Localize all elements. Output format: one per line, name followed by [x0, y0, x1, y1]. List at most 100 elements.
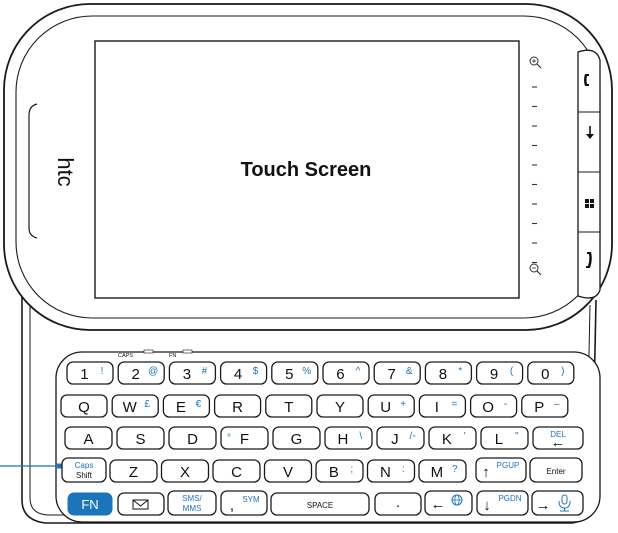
key-n[interactable]: N:	[366, 459, 416, 483]
key-m[interactable]: M?	[418, 459, 467, 483]
key-label: G	[291, 431, 303, 448]
key-alt-label: £	[144, 399, 150, 410]
shift-label: Shift	[76, 471, 93, 480]
key-q[interactable]: Q	[60, 394, 108, 418]
enter-label: Enter	[546, 467, 565, 476]
key-4[interactable]: 4 $	[219, 361, 268, 385]
key-alt-label: %	[302, 366, 311, 377]
key-t[interactable]: T	[265, 394, 313, 418]
key-alt-label: -	[504, 399, 507, 410]
key-w[interactable]: W £	[111, 394, 159, 418]
key-label: R	[232, 399, 243, 416]
key-p[interactable]: P –	[521, 394, 569, 418]
page-down-key[interactable]: ↓ PGDN	[476, 490, 529, 516]
key-z[interactable]: Z	[109, 459, 158, 483]
key-i[interactable]: I =	[418, 394, 467, 418]
key-alt-label: )	[561, 366, 564, 377]
key-k[interactable]: K '	[428, 426, 477, 450]
period-key[interactable]: .	[374, 492, 422, 516]
key-label: V	[283, 464, 293, 481]
symbol-key[interactable]: , SYM	[220, 490, 268, 516]
mail-key[interactable]	[117, 492, 165, 516]
key-d[interactable]: D	[168, 426, 217, 450]
key-label: T	[284, 399, 293, 416]
key-j[interactable]: J /◦	[376, 426, 425, 450]
key-x[interactable]: X	[160, 459, 210, 483]
key-e[interactable]: E €	[162, 394, 211, 418]
key-alt-label: =	[451, 399, 457, 410]
key-alt-label: &	[406, 366, 413, 377]
key-label: 6	[336, 366, 344, 383]
key-alt-label: @	[148, 366, 158, 377]
key-label: S	[135, 431, 145, 448]
key-label: I	[435, 399, 439, 416]
key-a[interactable]: A	[64, 426, 113, 450]
caps-label: Caps	[75, 461, 94, 470]
page-down-label: PGDN	[498, 494, 521, 503]
arrow-right-icon: →	[536, 497, 551, 514]
key-0[interactable]: 0)	[527, 361, 575, 385]
key-v[interactable]: V	[263, 459, 313, 483]
phone-diagram: htc CAPS FN 1! 2 @3 #4 $5% 6 ^ 7 & 8 * 9(0)Q W £ E € R T Y…	[0, 3, 613, 524]
key-o[interactable]: O-	[469, 394, 518, 418]
key-y[interactable]: Y	[316, 394, 364, 418]
comma-label: ,	[230, 497, 234, 514]
key-h[interactable]: H \	[324, 426, 373, 450]
touch-screen[interactable]	[94, 40, 520, 299]
sms-mms-key[interactable]: SMS/MMS	[167, 490, 217, 516]
sms-label: SMS/	[182, 494, 202, 503]
key-label: J	[391, 431, 399, 448]
key-alt-label: ?	[452, 464, 458, 475]
key-label: O	[482, 399, 494, 416]
key-1[interactable]: 1!	[66, 361, 114, 385]
key-label: Z	[129, 464, 138, 481]
key-3[interactable]: 3 #	[168, 361, 217, 385]
key-8[interactable]: 8 *	[424, 361, 473, 385]
key-alt-label: °	[227, 433, 231, 444]
key-label: H	[337, 431, 348, 448]
key-s[interactable]: S	[116, 426, 165, 450]
key-9[interactable]: 9(	[475, 361, 524, 385]
key-label: N	[380, 464, 391, 481]
key-alt-label: ;	[350, 464, 353, 475]
key-5[interactable]: 5%	[271, 361, 319, 385]
key-label: 0	[541, 366, 549, 383]
page-up-key[interactable]: ↑ PGUP	[475, 457, 527, 483]
key-alt-label: €	[196, 399, 202, 410]
key-u[interactable]: U +	[367, 394, 415, 418]
key-l[interactable]: L "	[480, 426, 529, 450]
delete-key[interactable]: DEL←	[532, 426, 584, 451]
key-6[interactable]: 6 ^	[322, 361, 370, 385]
key-label: Q	[78, 399, 90, 416]
key-f[interactable]: ° F	[220, 426, 269, 450]
key-alt-label: \	[359, 431, 362, 442]
key-label: C	[231, 464, 242, 481]
space-key[interactable]: SPACE	[270, 492, 370, 516]
key-label: A	[83, 431, 93, 448]
key-r[interactable]: R	[213, 394, 262, 418]
caps-shift-key[interactable]: CapsShift	[61, 457, 107, 483]
key-alt-label: :	[402, 464, 405, 475]
key-2[interactable]: 2 @	[117, 361, 165, 385]
key-label: 3	[183, 366, 191, 383]
key-g[interactable]: G	[272, 426, 321, 450]
key-alt-label: "	[515, 431, 519, 442]
key-alt-label: #	[202, 366, 208, 377]
key-7[interactable]: 7 &	[373, 361, 421, 385]
enter-key[interactable]: Enter	[529, 457, 583, 483]
side-button-strip	[577, 49, 601, 299]
key-label: L	[495, 431, 503, 448]
key-alt-label: /◦	[410, 431, 416, 442]
key-label: 4	[234, 366, 242, 383]
key-c[interactable]: C	[212, 459, 261, 483]
fn-key[interactable]: FN	[67, 492, 113, 516]
key-label: F	[240, 431, 249, 448]
right-mic-key[interactable]: →	[531, 490, 584, 516]
key-label: P	[534, 399, 544, 416]
arrow-up-icon: ↑	[482, 464, 490, 481]
key-label: 1	[80, 366, 88, 383]
key-b[interactable]: B;	[315, 459, 364, 483]
left-globe-key[interactable]: ←	[424, 490, 473, 516]
caps-led	[143, 349, 154, 354]
key-label: E	[176, 399, 186, 416]
